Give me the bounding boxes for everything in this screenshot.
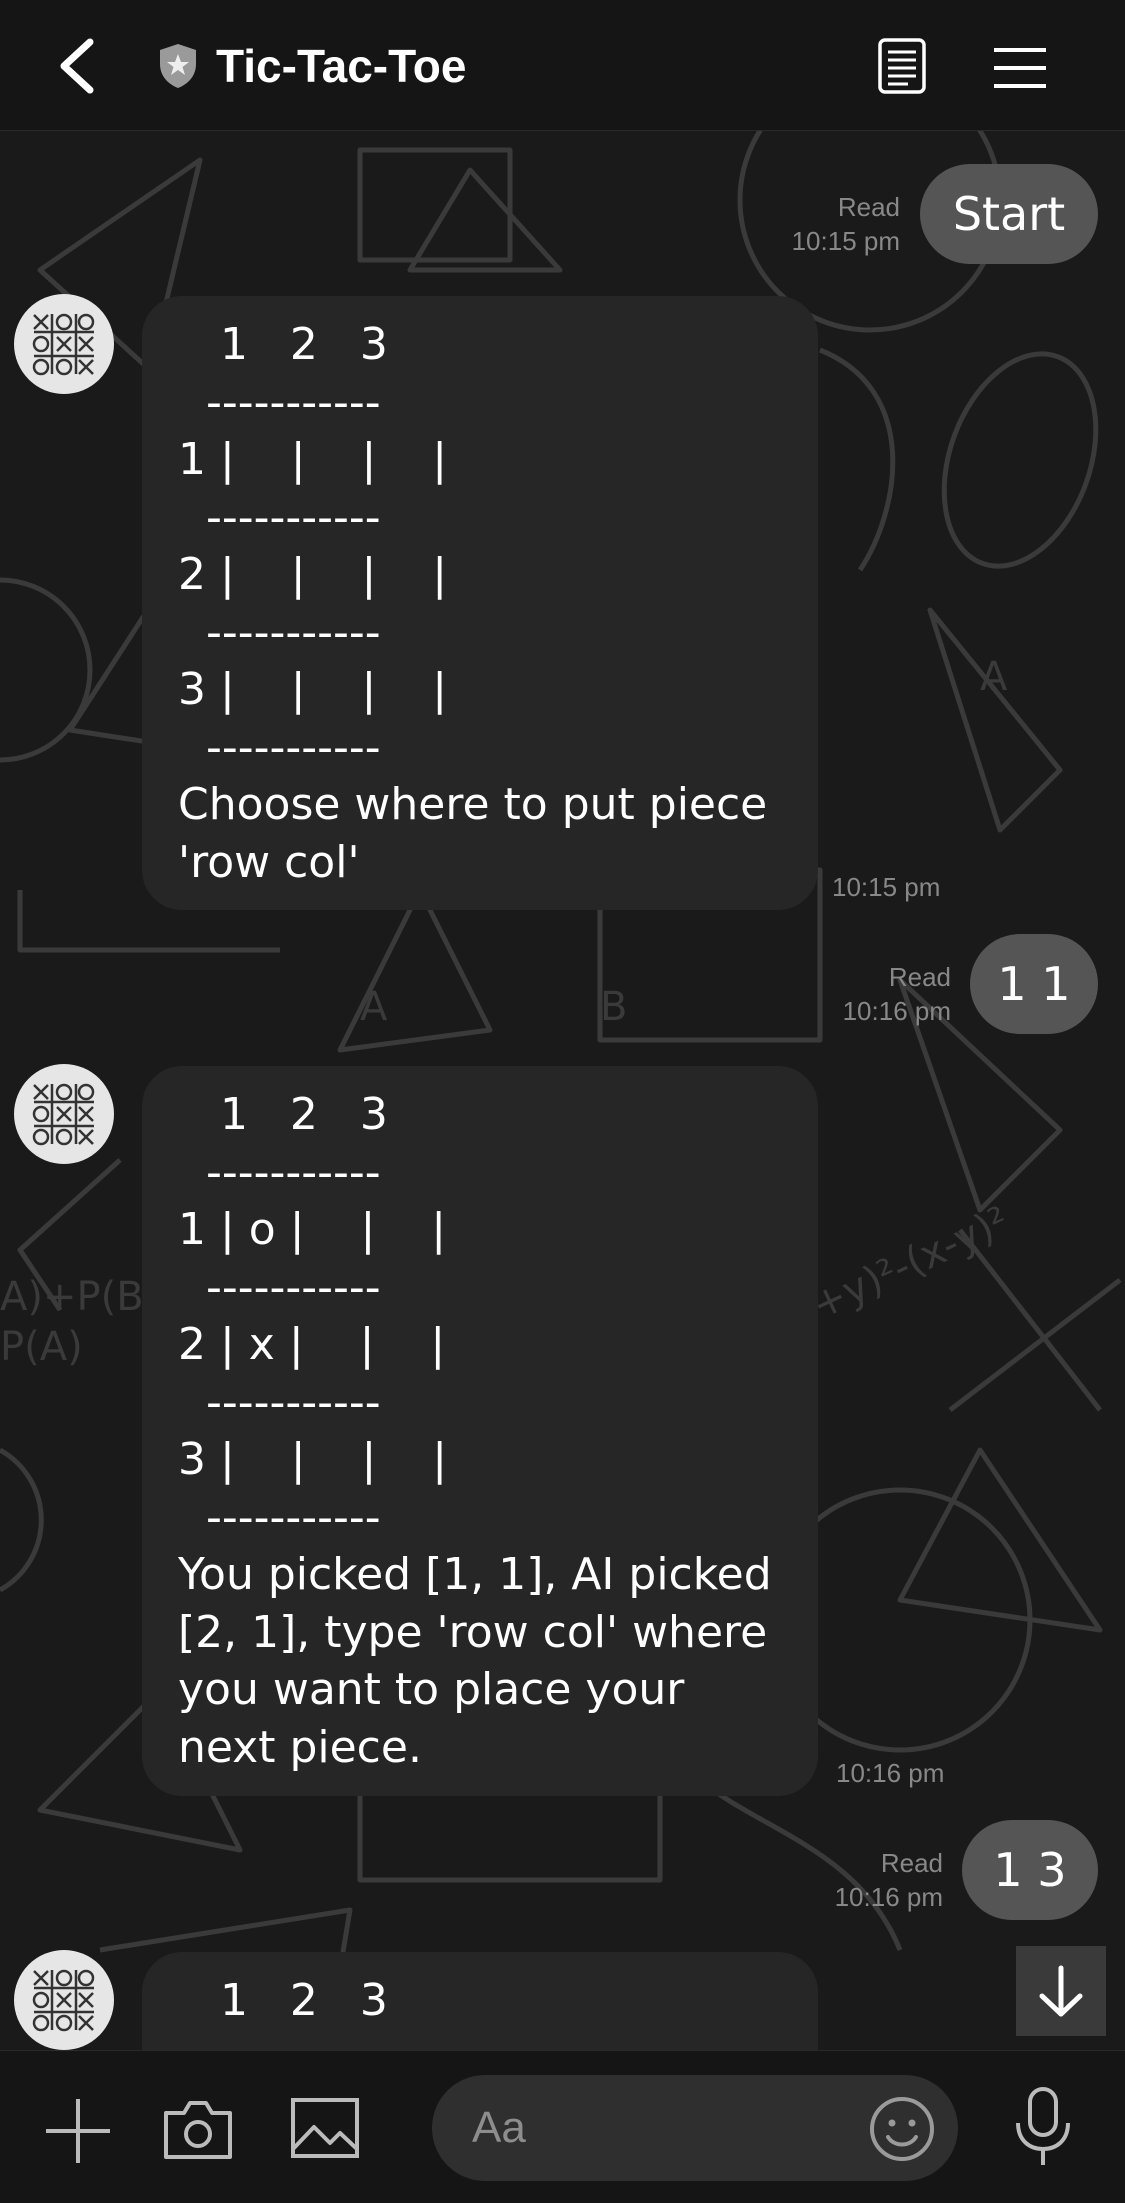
outgoing-message[interactable]: 1 1: [970, 934, 1098, 1034]
svg-text:A: A: [980, 654, 1008, 700]
message-composer: Aa: [0, 2050, 1125, 2203]
chat-header: Tic-Tac-Toe: [0, 0, 1125, 131]
hamburger-menu-icon[interactable]: [992, 46, 1048, 90]
emoji-icon[interactable]: [868, 2095, 936, 2163]
incoming-message[interactable]: 1 2 3: [142, 1952, 818, 2050]
message-text: You picked [1, 1], AI picked [2, 1], typ…: [178, 1549, 772, 1773]
svg-text:P(A): P(A): [0, 1324, 83, 1370]
tic-tac-toe-avatar-icon: [32, 1083, 95, 1146]
message-time: 10:15 pm: [791, 226, 900, 256]
board-grid: 1 2 3 ----------- 1 | o | | | ----------…: [178, 1089, 448, 1543]
message-meta: Read 10:16 pm: [743, 1846, 943, 1914]
svg-text:B: B: [600, 984, 627, 1030]
svg-text:A)+P(B): A)+P(B): [0, 1274, 159, 1320]
message-input-placeholder: Aa: [472, 2103, 526, 2152]
tic-tac-toe-avatar-icon: [32, 313, 95, 376]
outgoing-message[interactable]: Start: [920, 164, 1098, 264]
scroll-to-bottom-button[interactable]: [1016, 1946, 1106, 2036]
camera-icon[interactable]: [162, 2097, 234, 2161]
image-icon[interactable]: [290, 2097, 360, 2159]
message-time: 10:16 pm: [836, 1758, 945, 1788]
message-input[interactable]: Aa: [432, 2075, 958, 2181]
bot-avatar[interactable]: [14, 294, 114, 394]
chevron-left-icon[interactable]: [52, 38, 102, 94]
notes-icon[interactable]: [874, 36, 930, 96]
message-list[interactable]: A)+P(B) P(A) +y)²-(x-y)² A A B Start Rea…: [0, 130, 1125, 2050]
plus-icon[interactable]: [42, 2095, 114, 2167]
board-grid: 1 2 3: [178, 1975, 388, 2026]
microphone-icon[interactable]: [1012, 2085, 1074, 2169]
arrow-down-icon: [1039, 1965, 1083, 2017]
message-time: 10:16 pm: [842, 996, 951, 1026]
message-meta: Read 10:15 pm: [700, 190, 900, 258]
svg-text:A: A: [360, 984, 388, 1030]
bot-avatar[interactable]: [14, 1950, 114, 2050]
shield-star-icon: [160, 44, 196, 88]
message-time: 10:16 pm: [834, 1882, 943, 1912]
read-status: Read: [837, 192, 900, 222]
bot-avatar[interactable]: [14, 1064, 114, 1164]
outgoing-message[interactable]: 1 3: [962, 1820, 1098, 1920]
message-time: 10:15 pm: [832, 872, 941, 902]
read-status: Read: [880, 1848, 943, 1878]
tic-tac-toe-avatar-icon: [32, 1969, 95, 2032]
message-meta: Read 10:16 pm: [751, 960, 951, 1028]
read-status: Read: [888, 962, 951, 992]
incoming-message[interactable]: 1 2 3 ----------- 1 | o | | | ----------…: [142, 1066, 818, 1796]
incoming-message[interactable]: 1 2 3 ----------- 1 | | | | ----------- …: [142, 296, 818, 910]
board-grid: 1 2 3 ----------- 1 | | | | ----------- …: [178, 319, 448, 773]
chat-title: Tic-Tac-Toe: [216, 40, 467, 92]
message-text: Choose where to put piece 'row col': [178, 779, 768, 888]
